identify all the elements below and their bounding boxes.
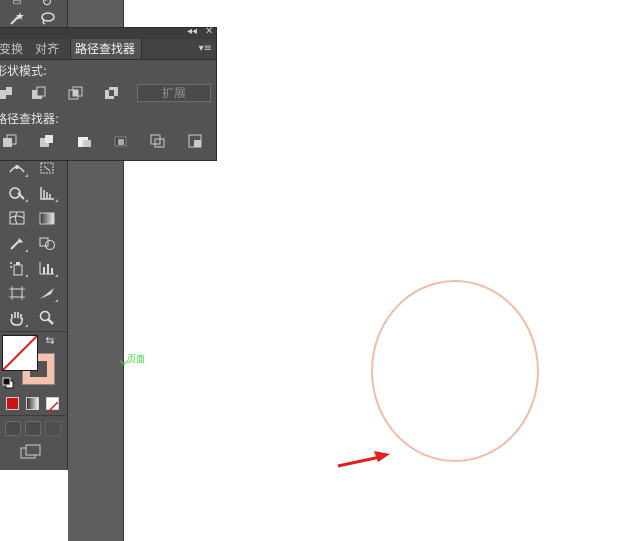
merge-icon xyxy=(78,137,91,147)
none-mode-button[interactable] xyxy=(46,397,59,414)
column-graph-icon xyxy=(39,262,54,275)
swap-icon: ⇆ xyxy=(45,333,55,347)
fill-color-swatch[interactable] xyxy=(2,335,38,371)
blend-icon xyxy=(39,237,55,250)
trim-icon xyxy=(40,135,53,147)
page-label: 页面 xyxy=(127,355,146,365)
tab-transform[interactable]: 变换 xyxy=(0,39,27,59)
minus-front-button[interactable] xyxy=(29,84,49,102)
gradient-tool[interactable] xyxy=(36,208,58,228)
exclude-button[interactable] xyxy=(102,84,122,102)
lasso-tool[interactable] xyxy=(36,8,58,28)
shape-builder-tool[interactable] xyxy=(6,183,28,203)
trim-button[interactable] xyxy=(37,132,57,150)
perspective-grid-icon xyxy=(40,187,54,200)
swap-fill-stroke[interactable]: ⇆ xyxy=(42,332,58,348)
slice-icon xyxy=(40,288,54,299)
unite-button[interactable] xyxy=(0,84,16,102)
intersect-icon xyxy=(68,86,83,100)
eyedropper-tool[interactable] xyxy=(6,233,28,253)
slice-tool[interactable] xyxy=(36,283,58,303)
draw-behind-button[interactable] xyxy=(25,421,41,436)
hand-icon xyxy=(10,312,23,326)
pathfinder-panel: ◂◂ ✕ 变换 对齐 路径查找器 ▾≡ 形状模式: 扩展 路径查找器: xyxy=(0,26,217,161)
minus-front-icon xyxy=(32,86,46,99)
selected-circle[interactable] xyxy=(371,280,539,462)
crop-button[interactable] xyxy=(111,132,131,150)
width-tool[interactable] xyxy=(6,158,28,178)
panel-menu-icon[interactable]: ▾≡ xyxy=(199,43,212,54)
magic-wand-tool[interactable] xyxy=(6,8,28,28)
crop-icon xyxy=(114,136,127,147)
artboard-icon xyxy=(9,286,25,300)
hand-tool[interactable] xyxy=(6,308,28,328)
tab-align[interactable]: 对齐 xyxy=(31,39,63,59)
shape-builder-icon xyxy=(9,187,25,200)
expand-button[interactable]: 扩展 xyxy=(137,84,211,102)
close-icon[interactable]: ✕ xyxy=(205,26,213,37)
shape-modes-label: 形状模式: xyxy=(0,64,48,78)
gradient-icon xyxy=(39,212,55,225)
artboard-tool[interactable] xyxy=(6,283,28,303)
merge-button[interactable] xyxy=(75,132,95,150)
perspective-grid-tool[interactable] xyxy=(36,183,58,203)
color-mode-button[interactable] xyxy=(6,397,19,410)
tab-pathfinder[interactable]: 路径查找器 xyxy=(70,39,142,59)
free-transform-tool[interactable] xyxy=(36,158,58,178)
draw-inside-button[interactable] xyxy=(45,421,61,436)
none-fill-slash xyxy=(3,336,37,370)
text-icon: ▭ xyxy=(12,0,22,8)
blend-tool[interactable] xyxy=(36,233,58,253)
width-icon xyxy=(9,165,25,173)
zoom-icon xyxy=(39,310,54,325)
magic-wand-icon xyxy=(10,12,24,25)
gradient-mode-button[interactable] xyxy=(26,397,39,410)
collapse-icon[interactable]: ◂◂ xyxy=(187,26,197,37)
mesh-icon xyxy=(9,211,25,225)
eyedropper-icon xyxy=(10,238,23,250)
none-slash-icon xyxy=(46,401,59,414)
free-transform-icon xyxy=(40,162,54,174)
panel-tabs: 变换 对齐 路径查找器 ▾≡ xyxy=(0,39,216,60)
minus-back-icon xyxy=(188,134,202,148)
divide-button[interactable] xyxy=(0,132,20,150)
default-colors-icon xyxy=(2,377,14,389)
toolbar-separator xyxy=(0,415,66,416)
outline-button[interactable] xyxy=(148,132,168,150)
intersect-button[interactable] xyxy=(66,84,86,102)
draw-normal-button[interactable] xyxy=(5,421,21,436)
screen-mode-icon xyxy=(20,444,41,459)
mesh-tool[interactable] xyxy=(6,208,28,228)
screen-mode-button[interactable] xyxy=(20,444,42,460)
default-colors-button[interactable] xyxy=(2,374,14,389)
divide-icon xyxy=(3,134,17,147)
symbol-sprayer-icon xyxy=(10,262,23,276)
exclude-icon xyxy=(105,87,118,99)
pathfinder-label: 路径查找器: xyxy=(0,112,60,126)
lasso-icon xyxy=(41,12,55,25)
panel-title-bar[interactable]: ◂◂ ✕ xyxy=(0,26,216,39)
symbol-sprayer-tool[interactable] xyxy=(6,258,28,278)
zoom-tool[interactable] xyxy=(36,308,58,328)
minus-back-button[interactable] xyxy=(186,132,206,150)
column-graph-tool[interactable] xyxy=(36,258,58,278)
red-arrow xyxy=(337,451,390,468)
outline-icon xyxy=(150,134,165,148)
unite-icon xyxy=(0,87,12,99)
